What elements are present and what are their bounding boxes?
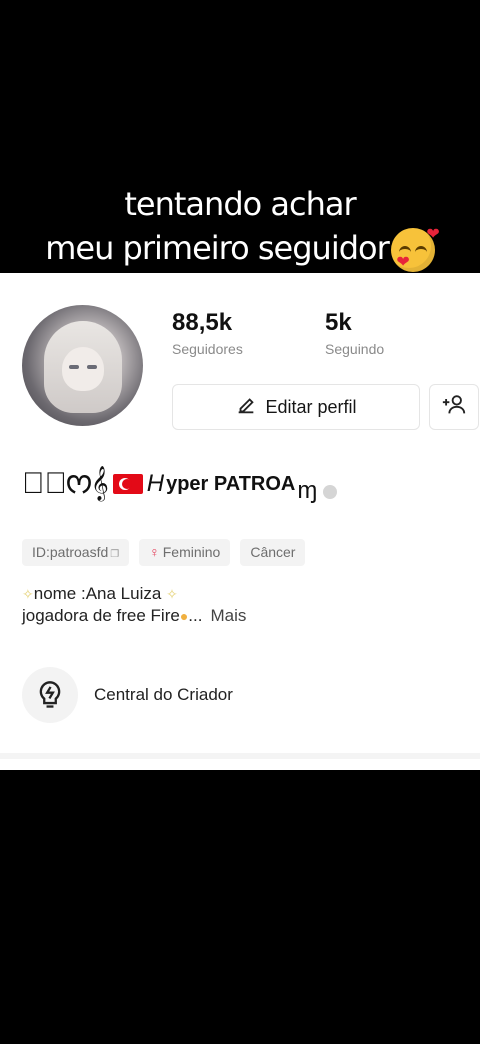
gender-tag-label: Feminino bbox=[162, 544, 221, 560]
verified-badge-icon bbox=[323, 485, 338, 499]
add-friend-icon bbox=[441, 393, 467, 421]
caption-line-2-text: meu primeiro seguidor bbox=[45, 229, 390, 267]
zodiac-tag: Câncer bbox=[240, 539, 306, 566]
avatar-eye bbox=[87, 365, 97, 369]
sparkle-icon: ✧ bbox=[22, 586, 34, 602]
followers-label: Seguidores bbox=[172, 341, 243, 357]
bio-line-1: ✧nome :Ana Luiza ✧ bbox=[22, 584, 178, 603]
avatar-face bbox=[62, 347, 104, 391]
profile-tags: ID:patroasfd ❐ ♀ Feminino Câncer bbox=[22, 539, 306, 566]
more-link[interactable]: Mais bbox=[210, 606, 246, 625]
avatar[interactable] bbox=[22, 305, 143, 426]
creator-center-label: Central do Criador bbox=[94, 685, 233, 704]
followers-stat[interactable]: 88,5k Seguidores bbox=[172, 309, 243, 357]
id-tag-label: ID:patroasfd bbox=[32, 544, 109, 560]
bio: ✧nome :Ana Luiza ✧ jogadora de free Fire… bbox=[22, 583, 246, 627]
name-decoration: ꚰ⃟ᰔ𝄞 bbox=[22, 467, 109, 500]
following-count: 5k bbox=[325, 309, 352, 336]
avatar-eye bbox=[69, 365, 79, 369]
following-label: Seguindo bbox=[325, 341, 385, 357]
edit-profile-button[interactable]: Editar perfil bbox=[172, 384, 420, 430]
id-tag[interactable]: ID:patroasfd ❐ bbox=[22, 539, 130, 566]
lightbulb-icon bbox=[22, 667, 78, 723]
pencil-icon bbox=[235, 394, 257, 421]
bio-line-2: jogadora de free Fire●... Mais bbox=[22, 606, 247, 625]
video-caption: tentando achar meu primeiro seguidor ❤ ❤ bbox=[0, 182, 480, 272]
edit-profile-label: Editar perfil bbox=[265, 396, 357, 417]
female-icon: ♀ bbox=[149, 544, 160, 560]
creator-center-item[interactable]: Central do Criador bbox=[22, 667, 233, 723]
copy-icon: ❐ bbox=[110, 549, 120, 560]
add-friend-button[interactable] bbox=[429, 384, 479, 430]
following-stat[interactable]: 5k Seguindo bbox=[325, 309, 384, 357]
profile-panel: 88,5k Seguidores 5k Seguindo Editar perf… bbox=[0, 273, 480, 770]
heart-icon: ❤ bbox=[396, 252, 409, 271]
caption-line-1: tentando achar bbox=[124, 185, 356, 223]
followers-count: 88,5k bbox=[172, 309, 233, 336]
section-divider bbox=[0, 753, 480, 759]
name-main: yper PATROA bbox=[166, 472, 296, 495]
name-initial: H bbox=[146, 470, 165, 497]
turkey-flag-icon bbox=[112, 474, 143, 494]
sparkle-icon: ✧ bbox=[166, 586, 178, 602]
caption-line-2: meu primeiro seguidor ❤ ❤ bbox=[45, 224, 440, 272]
display-name: ꚰ⃟ᰔ𝄞 H yper PATROA ɱ bbox=[22, 459, 338, 509]
heart-icon: ❤ bbox=[426, 224, 439, 243]
name-suffix: ɱ bbox=[297, 477, 318, 504]
gender-tag: ♀ Feminino bbox=[139, 539, 231, 566]
zodiac-tag-label: Câncer bbox=[250, 544, 296, 560]
